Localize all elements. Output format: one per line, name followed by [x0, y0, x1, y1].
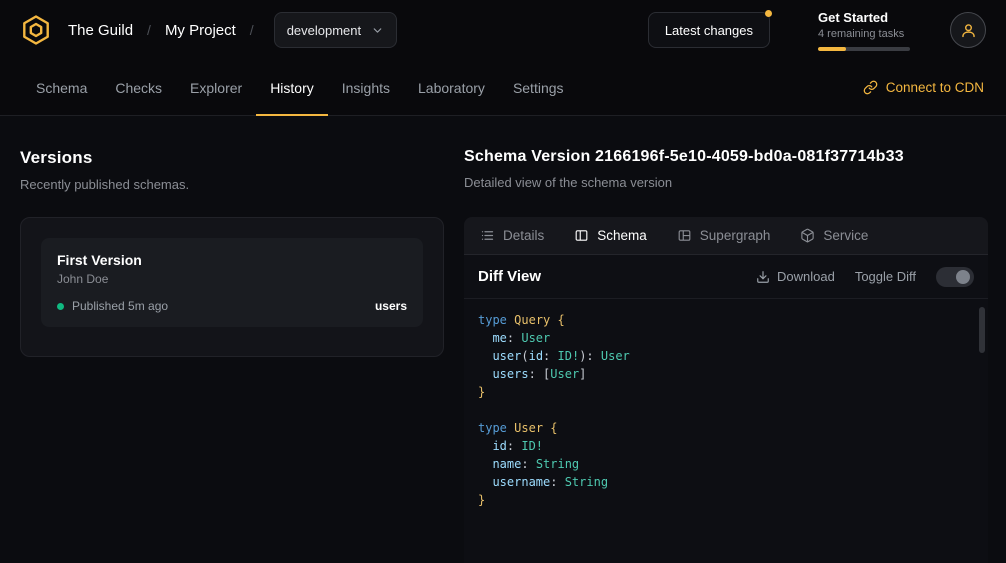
download-label: Download	[777, 269, 835, 284]
get-started-subtitle: 4 remaining tasks	[818, 28, 910, 40]
tab-service[interactable]: Service	[800, 228, 868, 243]
schema-version-title: Schema Version 2166196f-5e10-4059-bd0a-0…	[464, 148, 988, 166]
app-header: The Guild / My Project / development Lat…	[0, 0, 1006, 60]
tab-schema-label: Schema	[597, 228, 647, 243]
tab-history[interactable]: History	[256, 60, 328, 115]
notification-dot	[765, 10, 772, 17]
versions-subtitle: Recently published schemas.	[20, 177, 444, 192]
tab-schema[interactable]: Schema	[22, 60, 101, 115]
target-select[interactable]: development	[274, 12, 397, 48]
tab-service-label: Service	[823, 228, 868, 243]
target-select-value: development	[287, 23, 361, 38]
grid-icon	[677, 228, 692, 243]
cube-icon	[800, 228, 815, 243]
version-name: First Version	[57, 252, 407, 268]
tab-supergraph[interactable]: Supergraph	[677, 228, 771, 243]
nav-spacer	[578, 60, 863, 115]
schema-detail-card: Details Schema Supergraph	[464, 217, 988, 563]
tab-explorer[interactable]: Explorer	[176, 60, 256, 115]
content-area: Versions Recently published schemas. Fir…	[0, 116, 1006, 563]
chevron-down-icon	[371, 24, 384, 37]
switch-thumb	[956, 270, 970, 284]
download-button[interactable]: Download	[756, 269, 835, 284]
latest-changes-label: Latest changes	[665, 23, 753, 38]
code-content: type Query { me: User user(id: ID!): Use…	[478, 311, 974, 509]
code-scrollbar[interactable]	[979, 307, 985, 353]
link-icon	[863, 80, 878, 95]
versions-panel: Versions Recently published schemas. Fir…	[0, 116, 464, 563]
toggle-diff-label: Toggle Diff	[855, 269, 916, 284]
version-author: John Doe	[57, 272, 407, 286]
diff-actions: Download Toggle Diff	[756, 267, 974, 287]
schema-code-block[interactable]: type Query { me: User user(id: ID!): Use…	[464, 299, 988, 563]
get-started-title: Get Started	[818, 10, 910, 25]
detail-tab-bar: Details Schema Supergraph	[464, 217, 988, 255]
published-dot-icon	[57, 303, 64, 310]
tab-details-label: Details	[503, 228, 544, 243]
schema-version-subtitle: Detailed view of the schema version	[464, 175, 988, 190]
user-avatar[interactable]	[950, 12, 986, 48]
breadcrumb-org[interactable]: The Guild	[68, 22, 133, 39]
person-icon	[959, 21, 978, 40]
tab-supergraph-label: Supergraph	[700, 228, 771, 243]
version-list-item[interactable]: First Version John Doe Published 5m ago …	[41, 238, 423, 327]
versions-title: Versions	[20, 148, 444, 168]
diff-view-title: Diff View	[478, 268, 541, 285]
connect-to-cdn-label: Connect to CDN	[886, 80, 984, 95]
get-started-widget[interactable]: Get Started 4 remaining tasks	[818, 10, 910, 51]
latest-changes-button[interactable]: Latest changes	[648, 12, 770, 48]
tab-details[interactable]: Details	[480, 228, 544, 243]
main-nav: Schema Checks Explorer History Insights …	[0, 60, 1006, 116]
breadcrumb-separator: /	[250, 22, 254, 38]
list-icon	[480, 228, 495, 243]
breadcrumb-separator: /	[147, 22, 151, 38]
columns-icon	[574, 228, 589, 243]
schema-version-panel: Schema Version 2166196f-5e10-4059-bd0a-0…	[464, 116, 1006, 563]
download-icon	[756, 270, 770, 284]
toggle-diff-switch[interactable]	[936, 267, 974, 287]
get-started-progress	[818, 47, 910, 51]
get-started-progress-fill	[818, 47, 846, 51]
breadcrumb-project[interactable]: My Project	[165, 22, 236, 39]
tab-insights[interactable]: Insights	[328, 60, 404, 115]
versions-card: First Version John Doe Published 5m ago …	[20, 217, 444, 357]
breadcrumb: The Guild / My Project / development	[20, 12, 397, 48]
version-status-row: Published 5m ago users	[57, 299, 407, 313]
diff-view-header: Diff View Download Toggle Diff	[464, 255, 988, 299]
version-service-badge: users	[375, 299, 407, 313]
version-status: Published 5m ago	[72, 299, 168, 313]
tab-checks[interactable]: Checks	[101, 60, 176, 115]
tab-laboratory[interactable]: Laboratory	[404, 60, 499, 115]
tab-schema-detail[interactable]: Schema	[574, 228, 647, 243]
connect-to-cdn-link[interactable]: Connect to CDN	[863, 60, 984, 115]
hive-logo-icon[interactable]	[20, 14, 52, 46]
tab-settings[interactable]: Settings	[499, 60, 578, 115]
